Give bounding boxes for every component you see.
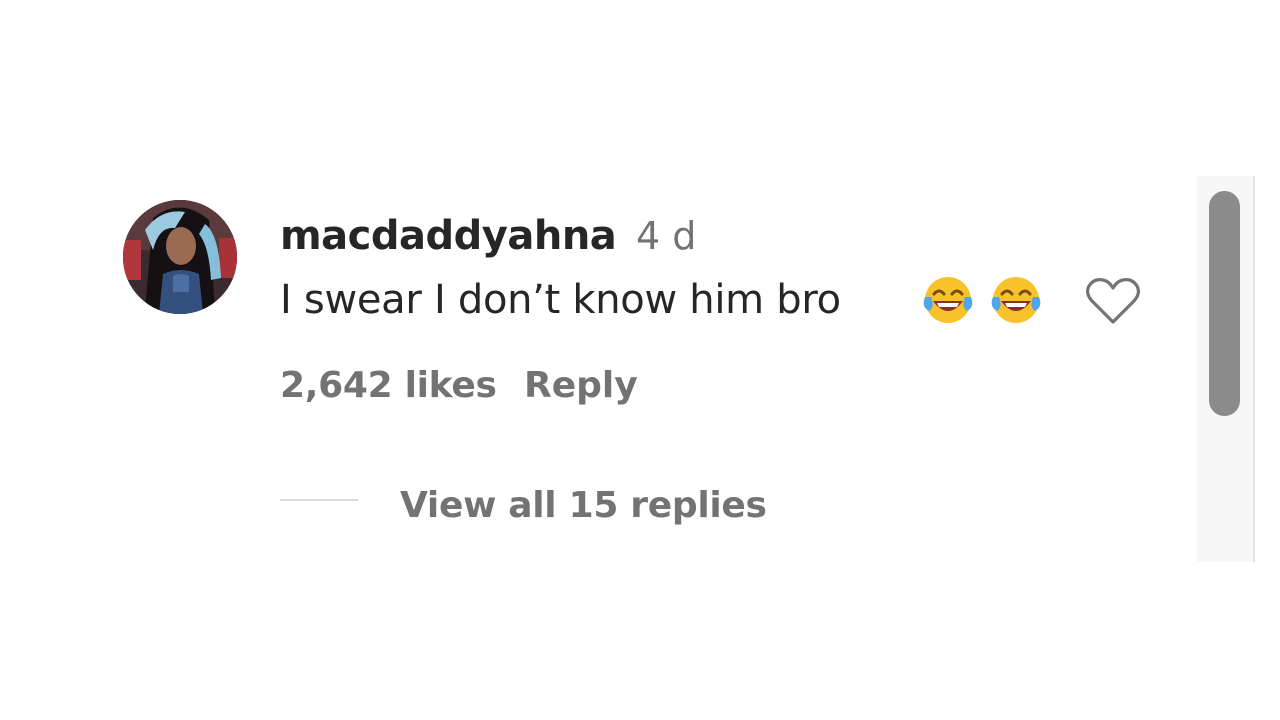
comment-text: I swear I don’t know him bro (280, 277, 841, 323)
view-replies-button[interactable]: View all 15 replies (400, 480, 767, 532)
scrollbar-thumb[interactable] (1209, 191, 1240, 416)
avatar[interactable] (123, 200, 237, 314)
face-with-tears-of-joy-icon (923, 277, 973, 323)
face-with-tears-of-joy-icon (991, 277, 1041, 323)
likes-count[interactable]: 2,642 likes (280, 360, 497, 412)
comment-screen: macdaddyahna 4 d I swear I don’t know hi… (0, 0, 1280, 720)
comment-timestamp: 4 d (636, 214, 697, 258)
reply-button[interactable]: Reply (524, 360, 638, 412)
heart-outline-icon[interactable] (1084, 276, 1142, 326)
avatar-photo (123, 200, 237, 314)
username[interactable]: macdaddyahna (280, 208, 617, 264)
scrollbar-track[interactable] (1197, 176, 1255, 562)
replies-divider (280, 499, 358, 501)
